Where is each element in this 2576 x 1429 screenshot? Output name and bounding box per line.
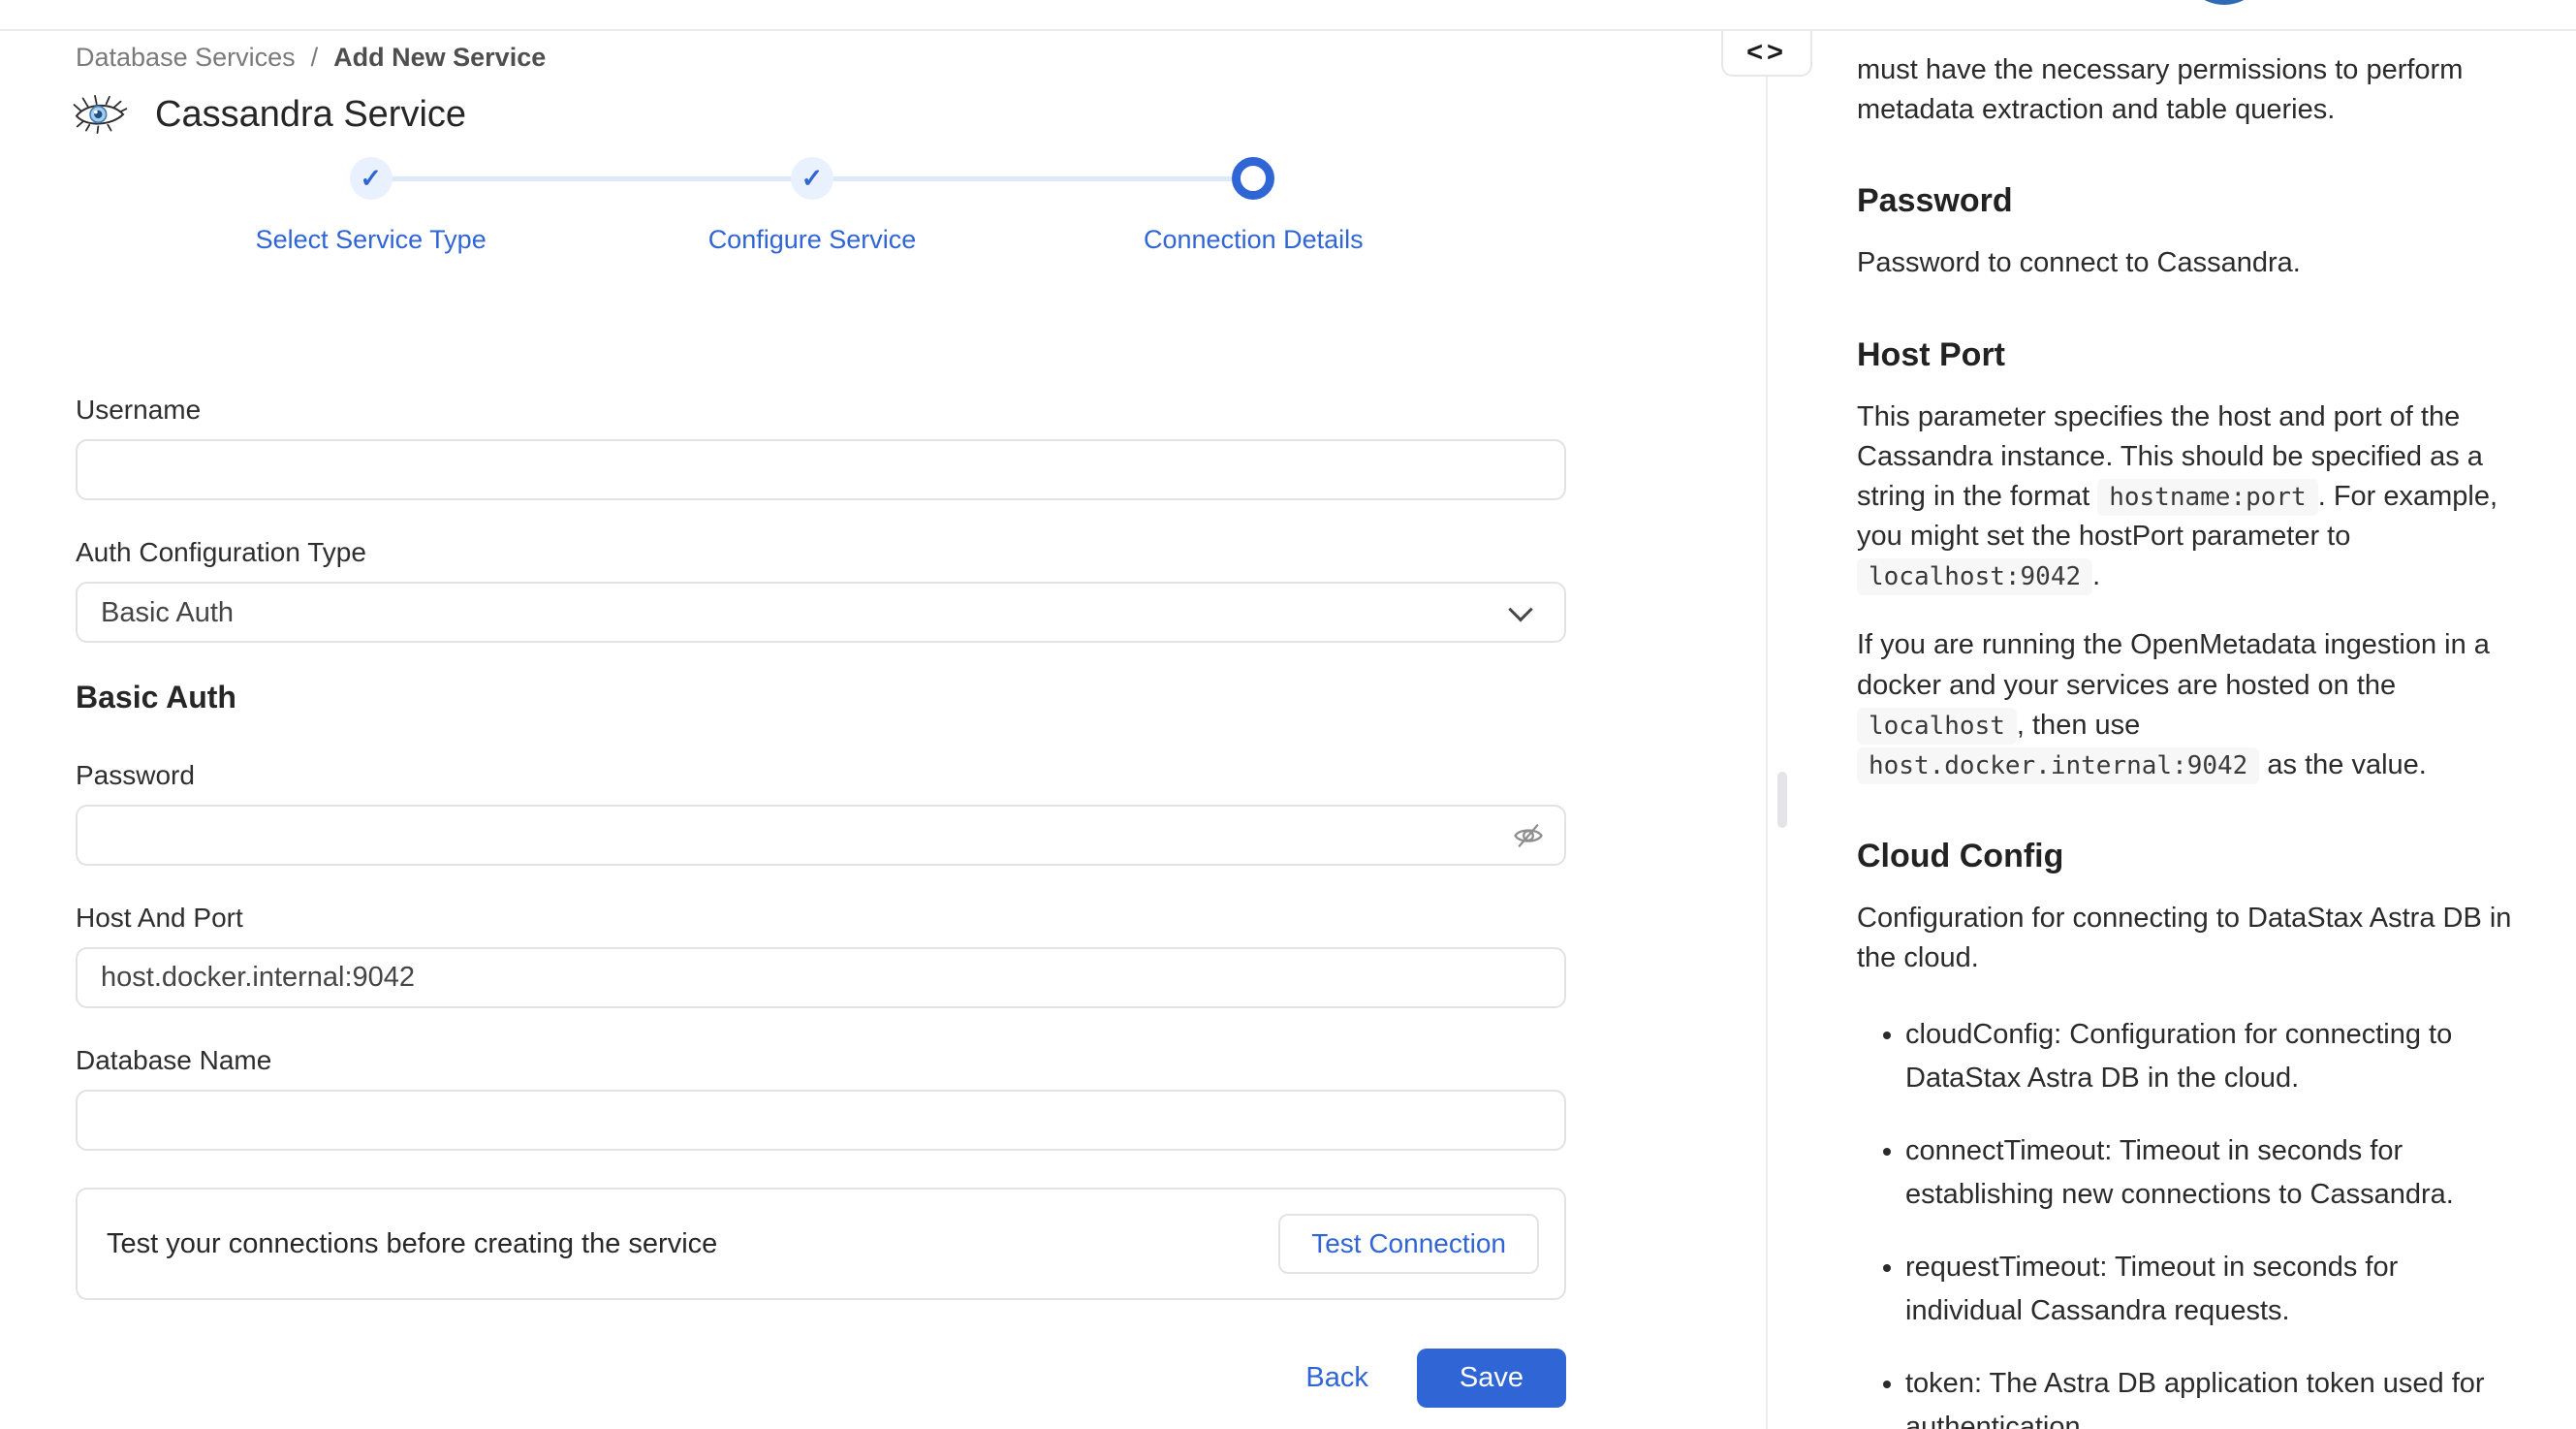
step-select-service-type[interactable]: ✓ Select Service Type <box>150 157 591 255</box>
eye-slash-icon <box>1512 841 1545 855</box>
basic-auth-section-heading: Basic Auth <box>76 680 1566 715</box>
doc-bullet: connectTimeout: Timeout in seconds for e… <box>1905 1129 2518 1217</box>
auth-config-type-group: Auth Configuration Type Basic Auth <box>76 537 1566 643</box>
docs-panel: must have the necessary permissions to p… <box>1768 31 2576 1429</box>
doc-bullet: requestTimeout: Timeout in seconds for i… <box>1905 1246 2518 1333</box>
test-connection-message: Test your connections before creating th… <box>107 1228 717 1260</box>
step-current-circle <box>1232 157 1274 200</box>
doc-paragraph: must have the necessary permissions to p… <box>1857 50 2518 130</box>
username-label: Username <box>76 395 1566 426</box>
host-port-input[interactable] <box>76 947 1566 1008</box>
breadcrumb-add-new-service: Add New Service <box>333 43 546 73</box>
check-icon: ✓ <box>801 166 824 192</box>
breadcrumb: Database Services / Add New Service <box>76 43 546 73</box>
doc-paragraph: If you are running the OpenMetadata inge… <box>1857 625 2518 785</box>
back-button[interactable]: Back <box>1305 1362 1367 1394</box>
host-port-group: Host And Port <box>76 903 1566 1008</box>
database-name-group: Database Name <box>76 1045 1566 1151</box>
password-input[interactable] <box>76 805 1566 866</box>
code-brackets-icon: <> <box>1746 37 1787 69</box>
test-connection-box: Test your connections before creating th… <box>76 1188 1566 1300</box>
breadcrumb-separator: / <box>311 43 319 73</box>
step-completed-circle: ✓ <box>350 157 393 200</box>
stepper: ✓ Select Service Type ✓ Configure Servic… <box>150 157 1474 255</box>
step-connection-details[interactable]: Connection Details <box>1033 157 1474 255</box>
connection-details-form: Username Auth Configuration Type Basic A… <box>76 395 1566 1408</box>
database-name-label: Database Name <box>76 1045 1566 1076</box>
username-input[interactable] <box>76 439 1566 500</box>
toggle-password-visibility-button[interactable] <box>1506 813 1551 858</box>
doc-paragraph: This parameter specifies the host and po… <box>1857 397 2518 597</box>
auth-config-type-label: Auth Configuration Type <box>76 537 1566 568</box>
page-title-row: Cassandra Service <box>72 93 466 136</box>
doc-bullet-list: cloudConfig: Configuration for connectin… <box>1857 1013 2518 1429</box>
page-title: Cassandra Service <box>155 94 466 136</box>
breadcrumb-database-services[interactable]: Database Services <box>76 43 296 73</box>
doc-bullet: cloudConfig: Configuration for connectin… <box>1905 1013 2518 1100</box>
inline-code: localhost <box>1857 708 2017 745</box>
database-name-input[interactable] <box>76 1090 1566 1151</box>
password-label: Password <box>76 760 1566 791</box>
step-completed-circle: ✓ <box>791 157 833 200</box>
username-group: Username <box>76 395 1566 500</box>
test-connection-button[interactable]: Test Connection <box>1278 1214 1539 1274</box>
doc-paragraph: Password to connect to Cassandra. <box>1857 243 2518 283</box>
host-port-label: Host And Port <box>76 903 1566 934</box>
form-actions: Back Save <box>76 1349 1566 1408</box>
step-label: Select Service Type <box>256 225 487 255</box>
docs-content: must have the necessary permissions to p… <box>1857 50 2518 1429</box>
doc-paragraph: Configuration for connecting to DataStax… <box>1857 899 2518 978</box>
avatar[interactable] <box>2182 0 2267 5</box>
step-configure-service[interactable]: ✓ Configure Service <box>591 157 1032 255</box>
step-label: Connection Details <box>1144 225 1364 255</box>
inline-code: localhost:9042 <box>1857 558 2092 595</box>
inline-code: hostname:port <box>2097 479 2318 516</box>
doc-section-heading: Cloud Config <box>1857 838 2518 875</box>
inline-code: host.docker.internal:9042 <box>1857 747 2259 784</box>
password-group: Password <box>76 760 1566 866</box>
check-icon: ✓ <box>360 166 382 192</box>
step-label: Configure Service <box>708 225 917 255</box>
auth-config-type-select[interactable]: Basic Auth <box>76 582 1566 643</box>
doc-section-heading: Host Port <box>1857 336 2518 374</box>
collapse-docs-panel-button[interactable]: <> <box>1721 31 1812 77</box>
cassandra-logo-icon <box>72 93 128 136</box>
doc-section-heading: Password <box>1857 182 2518 220</box>
docs-scrollbar[interactable] <box>1777 772 1787 828</box>
doc-bullet: token: The Astra DB application token us… <box>1905 1362 2518 1429</box>
save-button[interactable]: Save <box>1417 1349 1566 1408</box>
